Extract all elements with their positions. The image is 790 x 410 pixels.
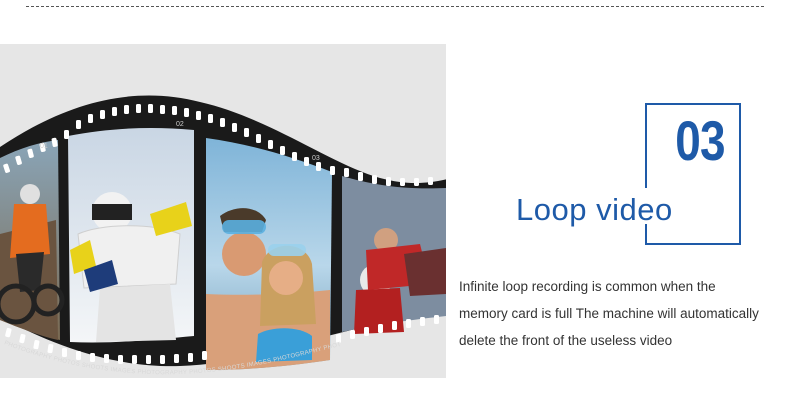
film-strip-svg: 01 02 03 PHOTOGRAPHY PHOTOS SHOOTS IMAGE… bbox=[0, 44, 446, 376]
film-frame-skier bbox=[68, 128, 194, 343]
top-dashed-divider bbox=[26, 6, 764, 7]
film-strip-illustration: 01 02 03 PHOTOGRAPHY PHOTOS SHOOTS IMAGE… bbox=[0, 44, 446, 378]
frame-number-1: 01 bbox=[40, 143, 48, 150]
feature-description-line: memory card is full The machine will aut… bbox=[459, 306, 759, 321]
feature-description-line: delete the front of the useless video bbox=[459, 333, 673, 348]
film-frame-snorkel bbox=[206, 138, 332, 370]
frame-number-3: 03 bbox=[312, 155, 320, 162]
step-number: 03 bbox=[675, 109, 725, 172]
feature-description: Infinite loop recording is common when t… bbox=[459, 273, 789, 354]
feature-title: Loop video bbox=[516, 192, 673, 227]
frame-number-2: 02 bbox=[176, 121, 184, 128]
feature-description-line: Infinite loop recording is common when t… bbox=[459, 279, 716, 294]
film-frame-climbers bbox=[342, 176, 446, 334]
